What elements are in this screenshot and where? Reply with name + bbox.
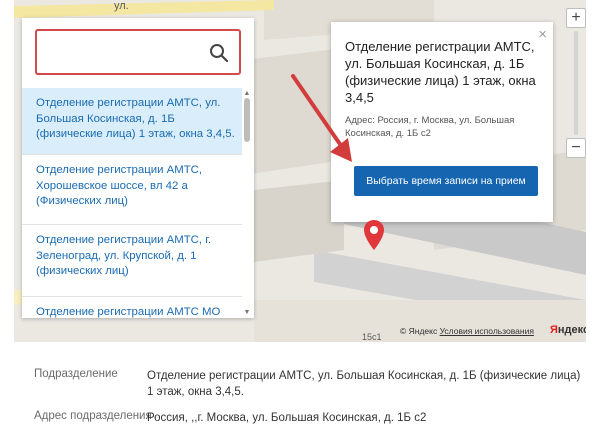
list-item[interactable]: Отделение регистрации АМТС, г. Зеленогра… [22,225,242,297]
search-input[interactable] [45,41,205,63]
building-label: 15с1 [362,332,382,342]
list-item[interactable]: Отделение регистрации АМТС МО [22,297,242,318]
map-balloon: × Отделение регистрации АМТС, ул. Больша… [331,22,553,222]
copyright-text: © Яндекс [400,326,438,336]
map-pin-icon[interactable] [363,219,385,251]
search-icon[interactable] [209,43,229,63]
yandex-logo[interactable]: Яндекс [550,324,586,336]
search-panel: Отделение регистрации АМТС, ул. Большая … [22,18,254,318]
results-list: Отделение регистрации АМТС, ул. Большая … [22,88,254,318]
zoom-slider-track[interactable] [574,31,578,135]
balloon-title: Отделение регистрации АМТС, ул. Большая … [345,39,536,105]
detail-value-address: Россия, ,,г. Москва, ул. Большая Косинск… [147,412,427,424]
list-item[interactable]: Отделение регистрации АМТС, ул. Большая … [22,88,242,155]
balloon-address: Адрес: Россия, г. Москва, ул. Большая Ко… [345,115,515,139]
zoom-control: + − [566,8,586,158]
scroll-down-icon[interactable]: ▼ [243,309,251,316]
street-label: ул. [114,0,129,12]
zoom-out-button[interactable]: − [566,138,586,158]
zoom-in-button[interactable]: + [566,8,586,28]
detail-label-address: Адрес подразделения [34,410,152,422]
map-attribution: © Яндекс Условия использования [400,326,534,336]
detail-label-division: Подразделение [34,368,118,380]
terms-link[interactable]: Условия использования [440,326,534,336]
list-item[interactable]: Отделение регистрации АМТС, Хорошевское … [22,155,242,225]
choose-appointment-time-button[interactable]: Выбрать время записи на прием [354,166,538,196]
search-box[interactable] [35,29,241,75]
detail-value-division: Отделение регистрации АМТС, ул. Большая … [147,370,581,398]
scroll-up-icon[interactable]: ▲ [243,90,251,97]
results-scrollbar[interactable]: ▲ ▼ [243,90,251,316]
scroll-thumb[interactable] [244,98,250,142]
